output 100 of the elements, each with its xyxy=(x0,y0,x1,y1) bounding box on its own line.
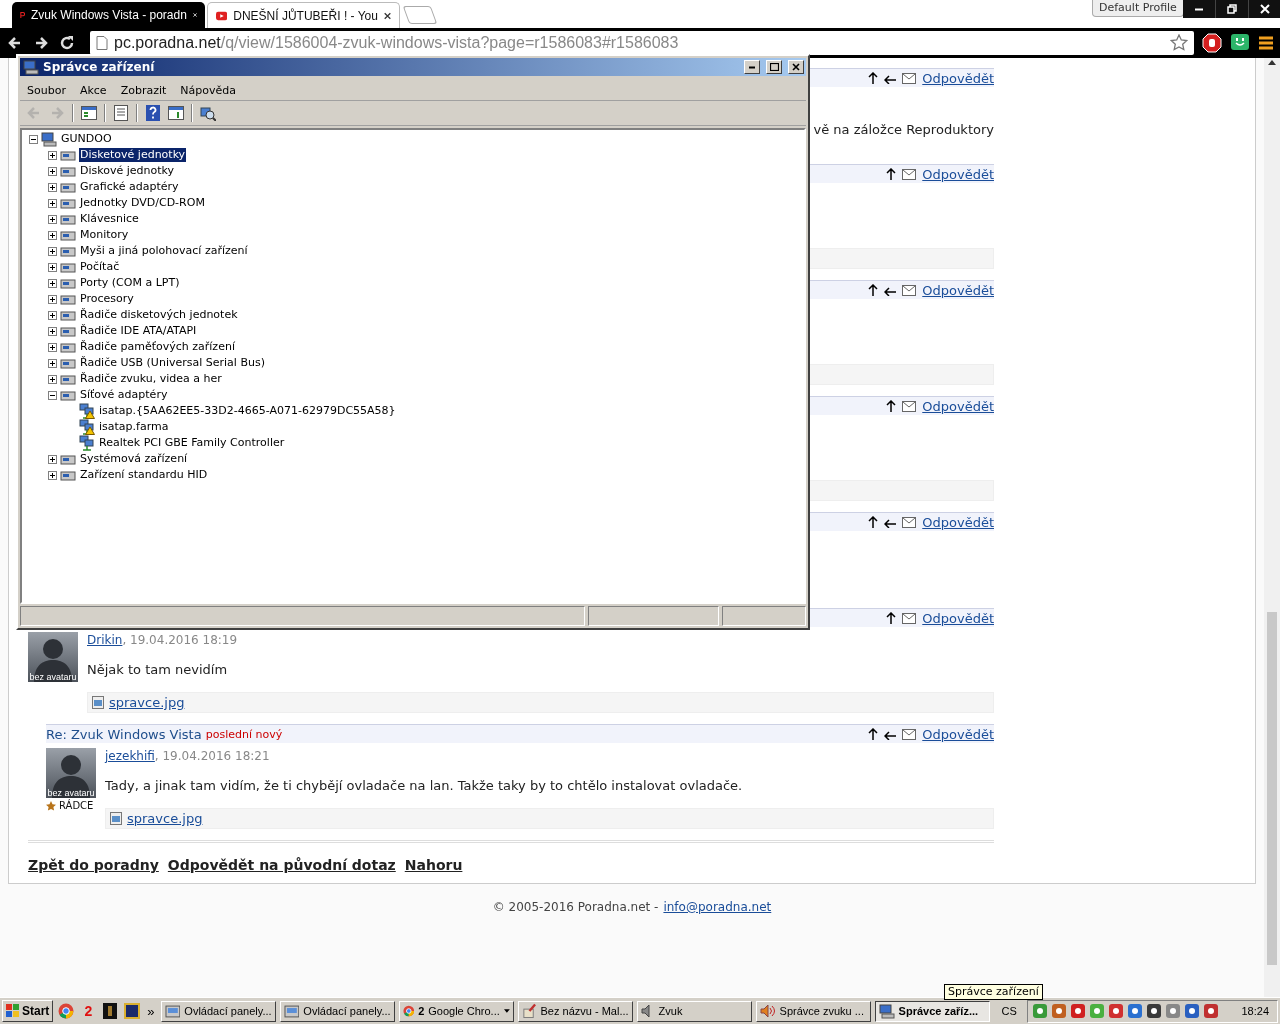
expander-icon[interactable] xyxy=(48,294,57,304)
reply-arrow-icon[interactable] xyxy=(884,72,897,84)
expander-icon[interactable] xyxy=(48,374,57,384)
taskbar-button[interactable]: Správce zvuku ... xyxy=(755,1000,871,1022)
maximize-button[interactable] xyxy=(766,60,782,74)
tree-item[interactable]: Myši a jiná polohovací zařízení xyxy=(79,244,249,258)
reply-link[interactable]: Odpovědět xyxy=(922,282,994,298)
reply-arrow-icon[interactable] xyxy=(884,284,897,296)
tree-item[interactable]: Počítač xyxy=(79,260,121,274)
taskbar-button[interactable]: 2 Google Chro... xyxy=(398,1000,514,1022)
tree-item[interactable]: Grafické adaptéry xyxy=(79,180,180,194)
menu-item[interactable]: Nápověda xyxy=(173,83,243,97)
address-field[interactable]: pc.poradna.net/q/view/1586004-zvuk-windows-vista?page=r1586083#r1586083 xyxy=(90,31,1194,55)
up-arrow-icon[interactable] xyxy=(868,284,879,296)
expander-icon[interactable] xyxy=(48,454,57,464)
up-arrow-icon[interactable] xyxy=(868,516,879,528)
tree-item[interactable]: Systémová zařízení xyxy=(79,452,189,466)
up-arrow-icon[interactable] xyxy=(886,400,897,412)
taskbar-button[interactable]: Správce zaříz... xyxy=(874,1000,990,1022)
author-link[interactable]: jezekhifi xyxy=(105,749,155,763)
close-button[interactable] xyxy=(1249,0,1280,18)
reply-link[interactable]: Odpovědět xyxy=(922,166,994,182)
up-arrow-icon[interactable] xyxy=(868,72,879,84)
app-icon[interactable] xyxy=(103,1003,118,1019)
tree-item[interactable]: Řadiče zvuku, videa a her xyxy=(79,372,223,386)
tree-item[interactable]: Porty (COM a LPT) xyxy=(79,276,181,290)
tree-item[interactable]: isatap.farma xyxy=(98,420,170,434)
envelope-icon[interactable] xyxy=(902,72,917,84)
tray-icon[interactable] xyxy=(1145,1003,1162,1019)
clock[interactable]: 18:24 xyxy=(1241,1005,1269,1017)
envelope-icon[interactable] xyxy=(902,284,917,296)
tree-item[interactable]: Realtek PCI GBE Family Controller xyxy=(98,436,286,450)
up-arrow-icon[interactable] xyxy=(886,168,897,180)
close-icon[interactable] xyxy=(192,10,197,20)
attachment-link[interactable]: spravce.jpg xyxy=(127,811,203,826)
tree-item[interactable]: Disketové jednotky xyxy=(79,148,187,162)
expander-icon[interactable] xyxy=(48,358,57,368)
footer-link[interactable]: Nahoru xyxy=(404,857,463,873)
menu-item[interactable]: Zobrazit xyxy=(113,83,174,97)
tree-item[interactable]: Diskové jednotky xyxy=(79,164,176,178)
chrome-icon[interactable] xyxy=(58,1003,75,1019)
tray-icon[interactable] xyxy=(1107,1003,1124,1019)
expander-icon[interactable] xyxy=(48,182,57,192)
tree-item[interactable]: Síťové adaptéry xyxy=(79,388,169,402)
tree-pane-icon[interactable] xyxy=(81,106,97,120)
footer-link[interactable]: Odpovědět na původní dotaz xyxy=(167,857,396,873)
expander-icon[interactable] xyxy=(48,214,57,224)
reply-link[interactable]: Odpovědět xyxy=(922,610,994,626)
up-arrow-icon[interactable] xyxy=(886,612,897,624)
expander-icon[interactable] xyxy=(48,166,57,176)
expander-icon[interactable] xyxy=(48,470,57,480)
expander-icon[interactable] xyxy=(48,278,57,288)
expander-icon[interactable] xyxy=(48,198,57,208)
expander-icon[interactable] xyxy=(48,230,57,240)
post-title[interactable]: Re: Zvuk Windows Vista xyxy=(46,726,202,742)
taskbar-button[interactable]: Zvuk xyxy=(636,1000,752,1022)
expander-icon[interactable] xyxy=(48,246,57,256)
expander-icon[interactable] xyxy=(48,342,57,352)
tree-item[interactable]: Zařízení standardu HID xyxy=(79,468,209,482)
reply-link[interactable]: Odpovědět xyxy=(922,398,994,414)
scrollbar-thumb[interactable] xyxy=(1267,612,1277,965)
properties-icon[interactable] xyxy=(114,105,128,121)
tree-item[interactable]: GUNDOO xyxy=(60,132,113,146)
attachment-link[interactable]: spravce.jpg xyxy=(109,695,185,710)
restore-button[interactable] xyxy=(1216,0,1249,18)
tray-icon[interactable] xyxy=(1202,1003,1219,1019)
more-chevron[interactable]: » xyxy=(147,1003,155,1019)
app-icon[interactable] xyxy=(124,1003,141,1019)
envelope-icon[interactable] xyxy=(902,400,917,412)
taskbar-button[interactable]: Bez názvu - Mal... xyxy=(517,1000,633,1022)
browser-tab[interactable]: Zvuk Windows Vista - poradn xyxy=(12,2,205,28)
tree-item[interactable]: Jednotky DVD/CD-ROM xyxy=(79,196,206,210)
reload-icon[interactable] xyxy=(58,34,76,52)
expander-icon[interactable] xyxy=(48,326,57,336)
close-icon[interactable] xyxy=(383,10,391,21)
scrollbar[interactable] xyxy=(1264,58,1280,997)
menu-item[interactable]: Akce xyxy=(72,83,114,97)
smiley-icon[interactable] xyxy=(1230,33,1250,53)
expander-icon[interactable] xyxy=(48,390,57,400)
scan-hardware-icon[interactable] xyxy=(200,105,216,121)
help-icon[interactable] xyxy=(146,105,160,121)
tree-item[interactable]: Monitory xyxy=(79,228,130,242)
tree-item[interactable]: Řadiče paměťových zařízení xyxy=(79,340,236,354)
menu-item[interactable]: Soubor xyxy=(20,83,73,97)
language-indicator[interactable]: CS xyxy=(1001,1005,1017,1017)
browser-tab[interactable]: DNEŠNÍ JŮTUBEŘI ! - You xyxy=(207,2,400,28)
tray-icon[interactable] xyxy=(1126,1003,1143,1019)
expander-icon[interactable] xyxy=(29,134,38,144)
reply-arrow-icon[interactable] xyxy=(884,516,897,528)
tree-item[interactable]: isatap.{5AA62EE5-33D2-4665-A071-62979DC55A58} xyxy=(98,404,397,418)
reply-link[interactable]: Odpovědět xyxy=(922,70,994,86)
tree-item[interactable]: Procesory xyxy=(79,292,135,306)
menu-icon[interactable] xyxy=(1258,35,1274,51)
action-pane-icon[interactable] xyxy=(168,106,184,120)
envelope-icon[interactable] xyxy=(902,516,917,528)
tree-item[interactable]: Řadiče disketových jednotek xyxy=(79,308,239,322)
footer-link[interactable]: Zpět do poradny xyxy=(28,857,159,873)
reply-link[interactable]: Odpovědět xyxy=(922,514,994,530)
expander-icon[interactable] xyxy=(48,262,57,272)
reply-link[interactable]: Odpovědět xyxy=(922,726,994,742)
